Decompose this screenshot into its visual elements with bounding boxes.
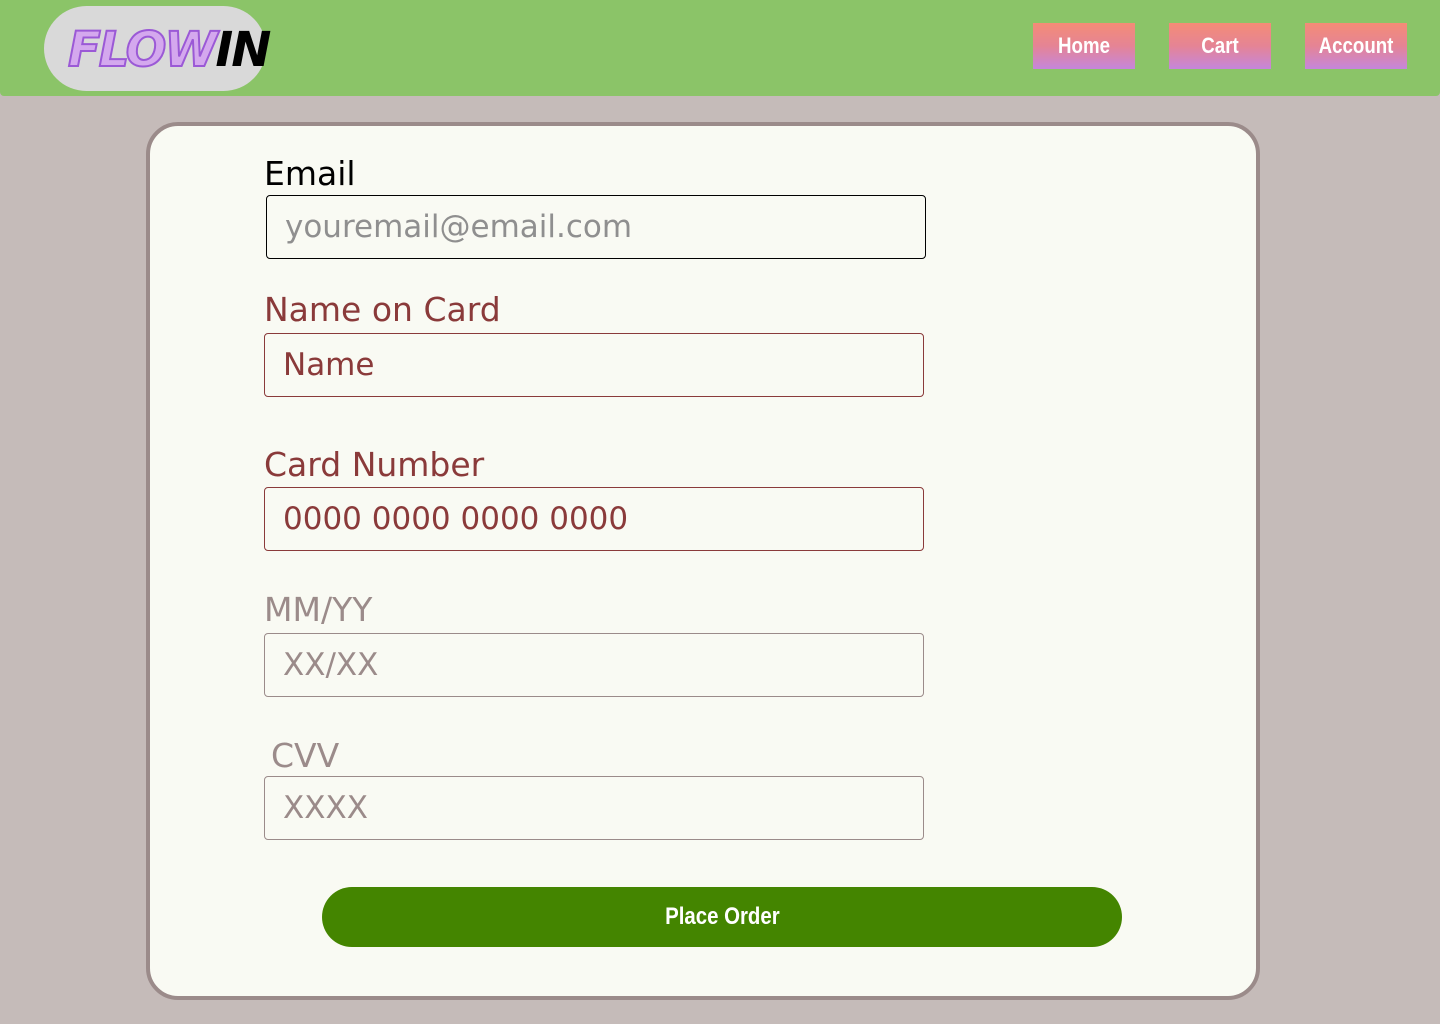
logo-text: FLOWIN bbox=[67, 21, 271, 79]
email-label: Email bbox=[264, 154, 356, 193]
nav-home-button[interactable]: Home bbox=[1033, 23, 1135, 69]
nav-cart-button[interactable]: Cart bbox=[1169, 23, 1271, 69]
card-number-input[interactable]: 0000 0000 0000 0000 bbox=[264, 487, 924, 551]
top-navbar: FLOWIN Home Cart Account bbox=[0, 0, 1440, 96]
email-input[interactable]: youremail@email.com bbox=[266, 195, 926, 259]
cvv-input[interactable]: XXXX bbox=[264, 776, 924, 840]
name-on-card-input[interactable]: Name bbox=[264, 333, 924, 397]
logo-part-flow: FLOW bbox=[67, 21, 218, 79]
expiry-input[interactable]: XX/XX bbox=[264, 633, 924, 697]
name-on-card-label: Name on Card bbox=[264, 290, 501, 329]
cvv-label: CVV bbox=[271, 736, 340, 775]
place-order-button[interactable]: Place Order bbox=[322, 887, 1122, 947]
logo-part-in: IN bbox=[215, 22, 271, 78]
place-order-label: Place Order bbox=[664, 903, 780, 930]
card-number-label: Card Number bbox=[264, 445, 485, 484]
nav-account-button[interactable]: Account bbox=[1305, 23, 1407, 69]
expiry-label: MM/YY bbox=[264, 590, 373, 629]
logo[interactable]: FLOWIN bbox=[44, 6, 271, 91]
